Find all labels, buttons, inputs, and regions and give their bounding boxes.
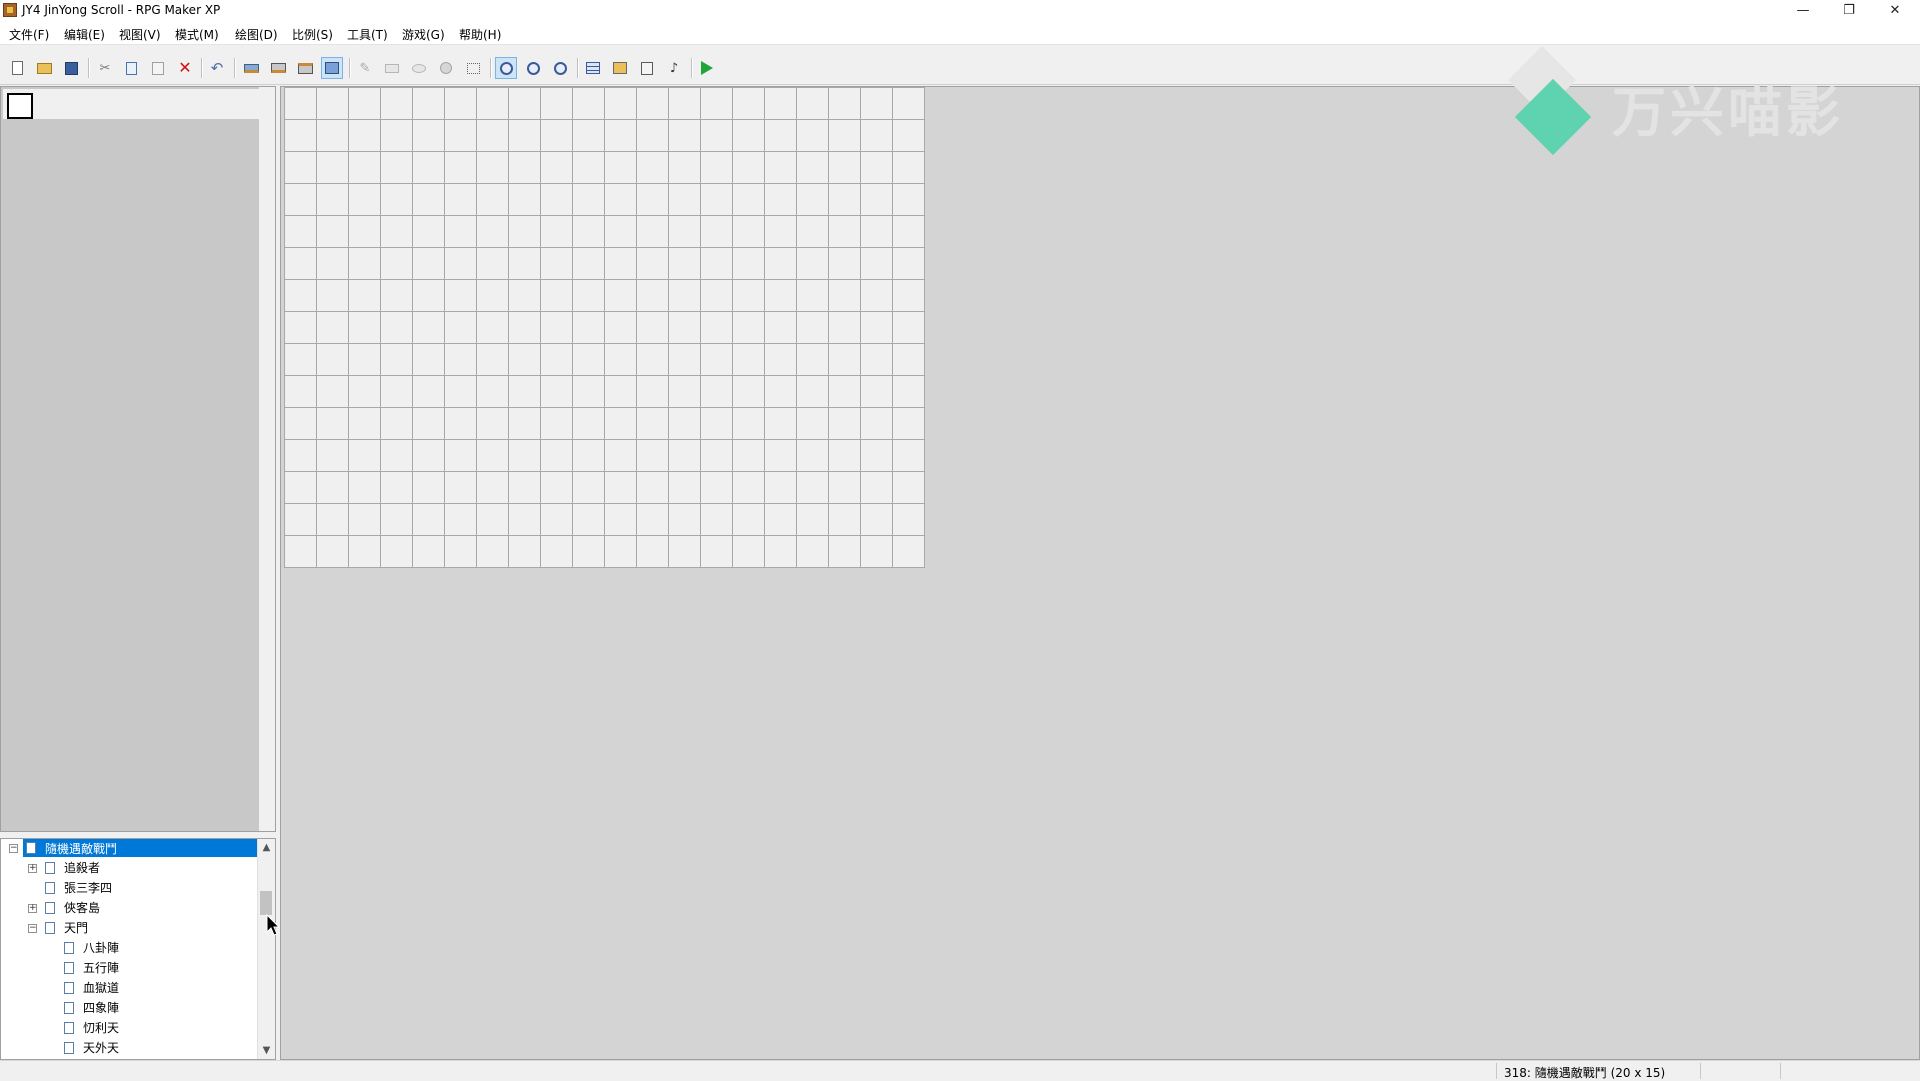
- selected-tile[interactable]: [7, 93, 33, 119]
- toolbar-separator: [490, 58, 492, 78]
- menu-bar: 文件(F) 编辑(E) 视图(V) 模式(M) 绘图(D) 比例(S) 工具(T…: [0, 22, 1920, 45]
- tree-scrollbar[interactable]: ▲ ▼: [257, 839, 275, 1059]
- save-icon[interactable]: [60, 57, 82, 79]
- tree-item-label[interactable]: 追殺者: [64, 859, 100, 876]
- map-tree[interactable]: − 隨機遇敵戰鬥 + 追殺者 張三李四 + 俠客島 − 天門 八卦陣 五行陣 血…: [0, 838, 276, 1060]
- menu-scale[interactable]: 比例(S): [292, 26, 333, 43]
- tree-item-label[interactable]: 五行陣: [83, 959, 119, 976]
- menu-mode[interactable]: 模式(M): [175, 26, 219, 43]
- map-page-icon: [45, 882, 55, 894]
- toolbar-separator: [201, 58, 203, 78]
- minimize-button[interactable]: —: [1780, 0, 1826, 22]
- close-button[interactable]: ✕: [1872, 0, 1918, 22]
- map-page-icon: [45, 862, 55, 874]
- status-separator: [1496, 1063, 1497, 1079]
- tree-item-label[interactable]: 隨機遇敵戰鬥: [45, 840, 117, 857]
- select-icon[interactable]: [462, 57, 484, 79]
- title-bar: JY4 JinYong Scroll - RPG Maker XP — ❐ ✕: [0, 0, 1920, 22]
- tree-item-label[interactable]: 天外天: [83, 1039, 119, 1056]
- rectangle-icon[interactable]: [381, 57, 403, 79]
- restore-button[interactable]: ❐: [1826, 0, 1872, 22]
- window-title: JY4 JinYong Scroll - RPG Maker XP: [22, 3, 221, 17]
- map-page-icon: [64, 1002, 74, 1014]
- scroll-up-icon[interactable]: ▲: [258, 839, 275, 856]
- map-page-icon: [64, 1042, 74, 1054]
- pencil-icon[interactable]: ✎: [354, 57, 376, 79]
- script-editor-icon[interactable]: [636, 57, 658, 79]
- map-page-icon: [45, 902, 55, 914]
- database-icon[interactable]: [582, 57, 604, 79]
- zoom-1-2-icon[interactable]: [522, 57, 544, 79]
- status-separator: [1700, 1063, 1701, 1079]
- tree-item-label[interactable]: 血獄道: [83, 979, 119, 996]
- status-separator: [1780, 1063, 1781, 1079]
- tree-item-label[interactable]: 四象陣: [83, 999, 119, 1016]
- toolbar-separator: [234, 58, 236, 78]
- delete-icon[interactable]: ✕: [174, 57, 196, 79]
- zoom-1-4-icon[interactable]: [549, 57, 571, 79]
- menu-draw[interactable]: 绘图(D): [235, 26, 278, 43]
- map-page-icon: [64, 982, 74, 994]
- map-page-icon: [26, 842, 36, 854]
- events-layer-icon[interactable]: [321, 57, 343, 79]
- tree-item-label[interactable]: 忉利天: [83, 1019, 119, 1036]
- tree-item-label[interactable]: 天門: [64, 919, 88, 936]
- mouse-cursor-icon: [266, 914, 281, 936]
- layer2-icon[interactable]: [267, 57, 289, 79]
- map-tile-grid[interactable]: [284, 87, 925, 568]
- tree-item-label[interactable]: 張三李四: [64, 879, 112, 896]
- menu-help[interactable]: 帮助(H): [459, 26, 501, 43]
- toolbar-separator: [349, 58, 351, 78]
- new-project-icon[interactable]: [6, 57, 28, 79]
- map-page-icon: [64, 942, 74, 954]
- watermark: 万兴喵影: [1500, 46, 1900, 168]
- expand-icon[interactable]: +: [28, 864, 37, 873]
- menu-edit[interactable]: 编辑(E): [64, 26, 105, 43]
- tileset-panel[interactable]: [0, 86, 276, 832]
- menu-game[interactable]: 游戏(G): [402, 26, 445, 43]
- open-project-icon[interactable]: [33, 57, 55, 79]
- app-icon: [3, 3, 17, 17]
- undo-icon[interactable]: ↶: [206, 57, 228, 79]
- status-map-info: 318: 隨機遇敵戰鬥 (20 x 15): [1504, 1066, 1666, 1080]
- tileset-scrollbar[interactable]: [259, 87, 275, 831]
- menu-file[interactable]: 文件(F): [9, 26, 49, 43]
- playtest-icon[interactable]: [696, 57, 718, 79]
- collapse-icon[interactable]: −: [9, 844, 18, 853]
- layer1-icon[interactable]: [240, 57, 262, 79]
- tree-item-label[interactable]: 八卦陣: [83, 939, 119, 956]
- tree-item-label[interactable]: 俠客島: [64, 899, 100, 916]
- tileset-autotile-row[interactable]: [3, 89, 259, 119]
- toolbar-separator: [88, 58, 90, 78]
- cut-icon[interactable]: ✂: [94, 57, 116, 79]
- ellipse-icon[interactable]: [408, 57, 430, 79]
- copy-icon[interactable]: [120, 57, 142, 79]
- toolbar-separator: [577, 58, 579, 78]
- collapse-icon[interactable]: −: [28, 924, 37, 933]
- status-bar: 318: 隨機遇敵戰鬥 (20 x 15): [0, 1060, 1920, 1081]
- materialbase-icon[interactable]: [609, 57, 631, 79]
- sound-test-icon[interactable]: ♪: [663, 57, 685, 79]
- zoom-1-1-icon[interactable]: [495, 57, 517, 79]
- map-page-icon: [64, 962, 74, 974]
- scrollbar-thumb[interactable]: [260, 891, 272, 915]
- menu-view[interactable]: 视图(V): [119, 26, 161, 43]
- map-editor-canvas[interactable]: [280, 86, 1920, 1060]
- map-page-icon: [64, 1022, 74, 1034]
- watermark-text: 万兴喵影: [1612, 81, 1844, 144]
- fill-icon[interactable]: [435, 57, 457, 79]
- layer3-icon[interactable]: [294, 57, 316, 79]
- paste-icon[interactable]: [147, 57, 169, 79]
- expand-icon[interactable]: +: [28, 904, 37, 913]
- map-page-icon: [45, 922, 55, 934]
- scroll-down-icon[interactable]: ▼: [258, 1042, 275, 1059]
- toolbar-separator: [691, 58, 693, 78]
- menu-tools[interactable]: 工具(T): [347, 26, 388, 43]
